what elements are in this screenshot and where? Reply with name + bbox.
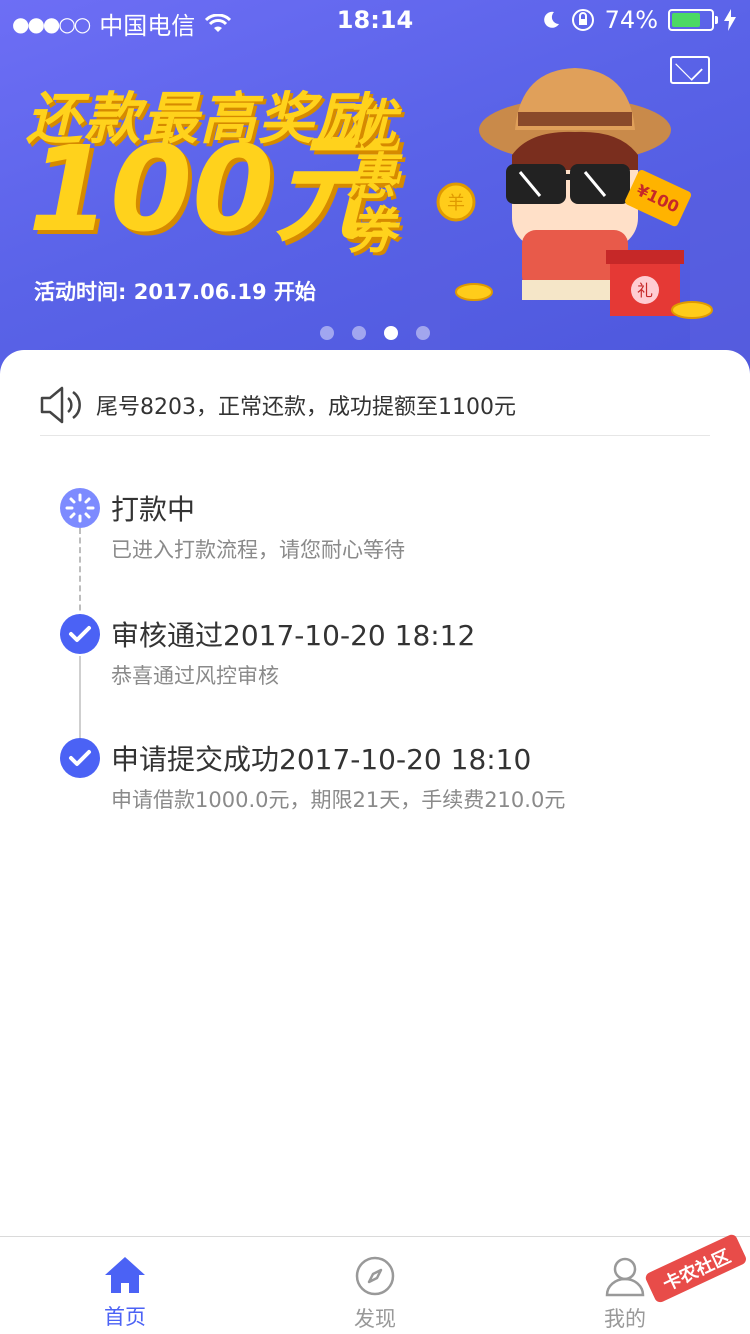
banner-headline-side: 优惠券 <box>346 94 396 260</box>
step-subtitle: 已进入打款流程，请您耐心等待 <box>111 538 405 562</box>
checkmark-icon <box>60 738 100 778</box>
banner-amount: 100元 <box>28 120 393 258</box>
home-icon <box>105 1257 145 1293</box>
bottom-tab-bar: 首页 发现 我的 <box>0 1236 750 1334</box>
promo-banner[interactable]: 还款最高奖励 100元 优惠券 活动时间: 2017.06.19 开始 羊 ¥1… <box>0 0 750 380</box>
timeline-connector-dashed <box>79 528 81 620</box>
rotation-lock-icon <box>571 9 594 31</box>
coin-label: 羊 <box>447 193 465 214</box>
charging-bolt-icon <box>724 9 736 31</box>
status-bar: ●●●○○ 中国电信 18:14 74% <box>0 0 750 40</box>
tab-home[interactable]: 首页 <box>0 1237 250 1334</box>
pager-dot <box>352 326 366 340</box>
timeline-connector-solid <box>79 656 81 746</box>
banner-pager <box>320 326 430 340</box>
notice-bar[interactable]: 尾号8203，正常还款，成功提额至1100元 <box>40 374 710 436</box>
mascot-illustration: 羊 ¥100 礼 <box>436 68 713 319</box>
moon-icon <box>543 11 559 28</box>
tab-discover[interactable]: 发现 <box>250 1237 500 1334</box>
step-subtitle: 申请借款1000.0元，期限21天，手续费210.0元 <box>111 788 566 812</box>
battery-percent: 74% <box>604 6 658 34</box>
speaker-icon <box>40 386 81 423</box>
step-title: 打款中 <box>111 493 196 526</box>
tab-label: 发现 <box>354 1307 396 1331</box>
compass-icon <box>355 1256 395 1296</box>
step-subtitle: 恭喜通过风控审核 <box>111 664 279 688</box>
step-title: 审核通过2017-10-20 18:12 <box>111 619 476 652</box>
tab-label: 我的 <box>604 1307 646 1331</box>
notice-text: 尾号8203，正常还款，成功提额至1100元 <box>96 394 516 420</box>
pager-dot <box>416 326 430 340</box>
banner-activity-time: 活动时间: 2017.06.19 开始 <box>34 280 316 304</box>
user-icon <box>605 1257 645 1297</box>
battery-fill <box>672 13 701 27</box>
loading-spinner-icon <box>60 488 100 528</box>
battery-icon <box>668 9 718 31</box>
tab-label: 首页 <box>104 1305 146 1329</box>
gift-label: 礼 <box>637 281 653 300</box>
step-title: 申请提交成功2017-10-20 18:10 <box>111 743 532 776</box>
pager-dot-active <box>384 326 398 340</box>
pager-dot <box>320 326 334 340</box>
content-card: 尾号8203，正常还款，成功提额至1100元 打款中 已进入打款流程，请您耐心等… <box>0 350 750 1236</box>
message-envelope-icon[interactable] <box>670 56 710 84</box>
checkmark-icon <box>60 614 100 654</box>
